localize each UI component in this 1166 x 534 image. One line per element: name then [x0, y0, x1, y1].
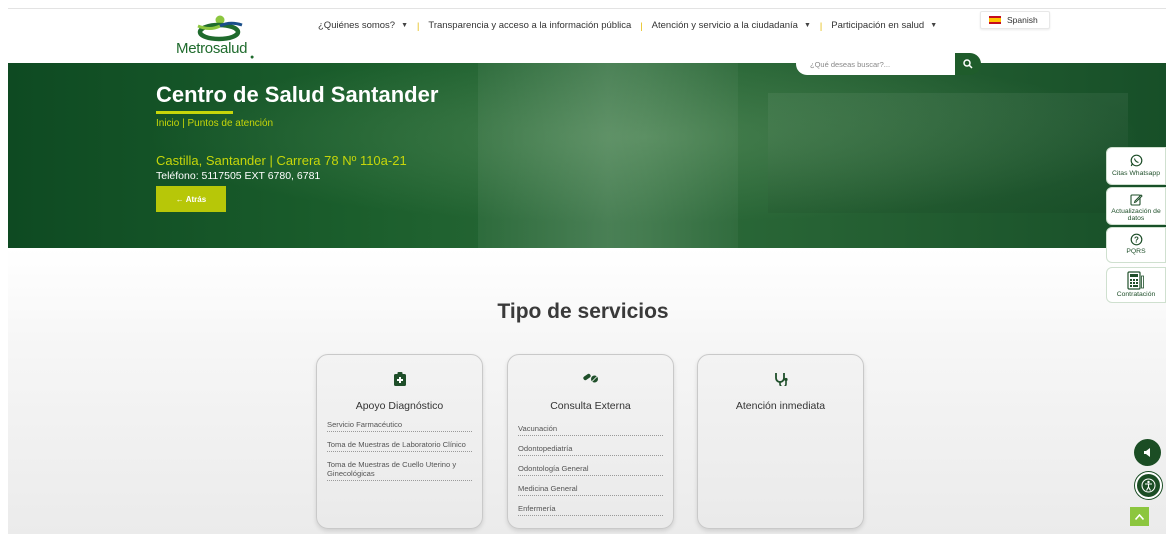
sidebar-item-whatsapp[interactable]: Citas Whatsapp	[1106, 147, 1166, 185]
sidebar-item-contratacion[interactable]: Contratación	[1106, 267, 1166, 303]
pills-icon	[582, 373, 598, 383]
accessibility-icon	[1141, 478, 1156, 493]
title-underline	[156, 111, 233, 114]
nav-separator: |	[819, 20, 823, 31]
main-nav: ¿Quiénes somos? ▼ | Transparencia y acce…	[318, 20, 937, 31]
list-item[interactable]: Medicina General	[518, 481, 663, 496]
nav-separator: |	[640, 20, 643, 31]
nav-item-transparencia[interactable]: Transparencia y acceso a la información …	[428, 20, 631, 31]
list-item[interactable]: Odontopediatría	[518, 441, 663, 456]
sidebar-item-pqrs[interactable]: ? PQRS	[1106, 227, 1166, 263]
address-text: Castilla, Santander | Carrera 78 Nº 110a…	[156, 153, 407, 168]
nav-item-quienes-somos[interactable]: ¿Quiénes somos? ▼	[318, 20, 408, 31]
chevron-down-icon: ▼	[930, 22, 938, 29]
phone-text: Teléfono: 5117505 EXT 6780, 6781	[156, 170, 321, 182]
list-item[interactable]: Toma de Muestras de Laboratorio Clínico	[327, 437, 472, 452]
service-card-title: Apoyo Diagnóstico	[355, 400, 444, 412]
page-title: Centro de Salud Santander	[156, 82, 439, 107]
search-button[interactable]	[955, 53, 981, 75]
search-input[interactable]: ¿Qué deseas buscar?...	[796, 53, 956, 75]
chevron-down-icon: ▼	[401, 22, 409, 29]
speaker-icon	[1143, 448, 1150, 457]
list-item[interactable]: Servicio Farmacéutico	[327, 417, 472, 432]
audio-button[interactable]	[1134, 439, 1161, 466]
breadcrumb[interactable]: Inicio | Puntos de atención	[156, 118, 273, 129]
whatsapp-icon	[1130, 154, 1142, 167]
clipboard-plus-icon	[393, 372, 406, 386]
calculator-icon	[1127, 271, 1144, 290]
service-card-consulta[interactable]: Consulta Externa Vacunación Odontopediat…	[507, 354, 674, 529]
list-item[interactable]: Vacunación	[518, 421, 663, 436]
nav-separator: |	[417, 20, 420, 31]
logo-text: Metrosalud	[176, 40, 248, 57]
service-card-atencion[interactable]: Atención inmediata	[697, 354, 864, 529]
service-card-apoyo[interactable]: Apoyo Diagnóstico Servicio Farmacéutico …	[316, 354, 483, 529]
search-icon	[963, 59, 973, 69]
chevron-up-icon	[1135, 513, 1144, 520]
service-list: Servicio Farmacéutico Toma de Muestras d…	[327, 417, 472, 486]
back-button[interactable]: ← Atrás	[156, 186, 226, 212]
svg-text:?: ?	[1134, 235, 1139, 244]
service-card-title: Atención inmediata	[735, 400, 826, 412]
spain-flag-icon	[989, 16, 1001, 24]
accessibility-button[interactable]	[1135, 472, 1162, 499]
nav-item-participacion[interactable]: Participación en salud ▼	[831, 20, 937, 31]
scroll-top-button[interactable]	[1130, 507, 1149, 526]
question-icon: ?	[1130, 233, 1142, 246]
list-item[interactable]: Enfermería	[518, 501, 663, 516]
list-item[interactable]: Odontología General	[518, 461, 663, 476]
service-list: Vacunación Odontopediatría Odontología G…	[518, 421, 663, 521]
sidebar-item-actualizacion[interactable]: Actualización de datos	[1106, 187, 1166, 225]
metrosalud-logo[interactable]: Metrosalud ●	[168, 14, 268, 62]
edit-icon	[1129, 194, 1143, 206]
service-card-title: Consulta Externa	[550, 400, 631, 412]
language-selector[interactable]: Spanish	[980, 11, 1050, 29]
nav-item-atencion[interactable]: Atención y servicio a la ciudadanía ▼	[652, 20, 811, 31]
list-item[interactable]: Toma de Muestras de Cuello Uterino y Gin…	[327, 457, 472, 481]
stethoscope-icon	[774, 373, 788, 386]
services-title: Tipo de servicios	[497, 300, 669, 323]
chevron-down-icon: ▼	[803, 22, 811, 29]
